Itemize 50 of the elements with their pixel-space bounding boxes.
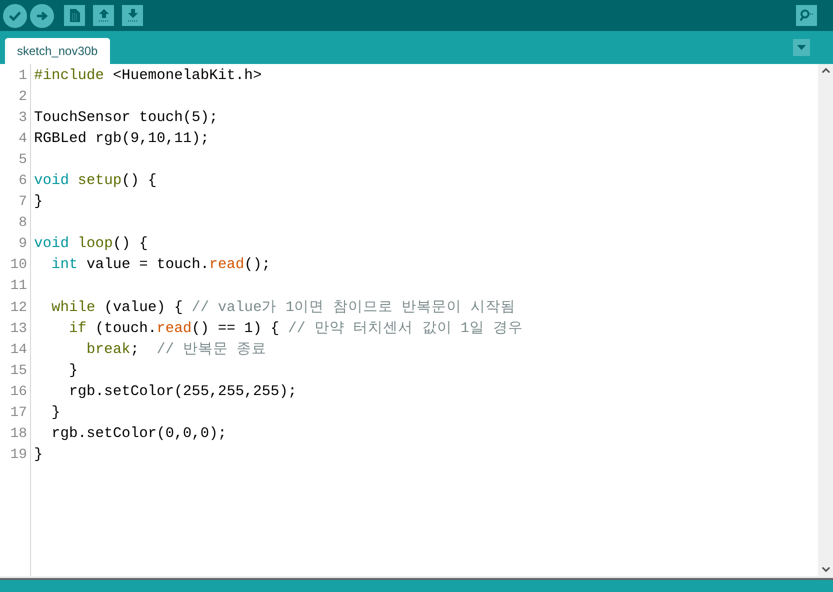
scrollbar[interactable] — [818, 64, 833, 576]
code-line: while (value) { // value가 1이면 참이므로 반복문이 시작됨 — [50, 298, 517, 318]
code-line: RGBLed rgb(9,10,11); — [34, 130, 210, 150]
line-number: 16 — [9, 382, 28, 402]
upload-button[interactable] — [30, 4, 54, 28]
code-line: } — [68, 362, 79, 381]
line-number: 10 — [9, 256, 28, 276]
code-line: rgb.setColor(0,0,0); — [50, 424, 228, 444]
line-number: 8 — [18, 214, 28, 234]
line-number: 14 — [9, 340, 28, 360]
save-button[interactable] — [122, 5, 143, 26]
verify-button[interactable] — [3, 4, 27, 28]
code-line: break; // 반복문 종료 — [86, 340, 268, 360]
code-line: void setup() { — [34, 172, 158, 192]
down-arrow-icon — [126, 9, 138, 22]
line-number: 3 — [18, 109, 28, 128]
line-number: 17 — [9, 404, 28, 423]
code-line: rgb.setColor(255,255,255); — [68, 382, 298, 402]
search-icon — [799, 9, 814, 22]
new-button[interactable] — [64, 5, 85, 26]
line-number: 15 — [9, 362, 28, 381]
line-number: 7 — [18, 193, 28, 212]
code-line: } — [34, 446, 44, 465]
code-line: void loop() { — [34, 235, 149, 254]
code-line: #include <HuemonelabKit.h> — [34, 67, 263, 86]
tab[interactable]: sketch_nov30b — [5, 38, 110, 64]
line-number: 4 — [18, 130, 28, 150]
serial-monitor-button[interactable] — [796, 5, 817, 26]
line-number: 19 — [9, 446, 28, 465]
code-line: TouchSensor touch(5); — [34, 109, 219, 128]
line-number: 6 — [18, 172, 28, 192]
line-number: 2 — [18, 88, 28, 108]
line-number: 18 — [9, 424, 28, 444]
code-line: } — [34, 193, 44, 212]
line-number: 12 — [9, 298, 28, 318]
dropdown-icon — [797, 45, 806, 50]
tab-menu-button[interactable] — [793, 39, 810, 56]
arrow-icon — [36, 10, 48, 20]
code-line: int value = touch.read(); — [50, 256, 272, 276]
up-arrow-icon — [98, 9, 110, 22]
line-number: 5 — [18, 151, 28, 170]
code-line: if (touch.read() == 1) { // 만약 터치센서 값이 1일 경우 — [68, 320, 524, 339]
line-number: 11 — [9, 277, 28, 296]
checkmark-icon — [9, 10, 21, 20]
line-number: 1 — [18, 67, 28, 86]
line-number: 9 — [18, 235, 28, 254]
code-line: } — [50, 404, 62, 423]
document-icon — [70, 9, 80, 22]
line-number: 13 — [9, 320, 28, 339]
open-button[interactable] — [93, 5, 114, 26]
